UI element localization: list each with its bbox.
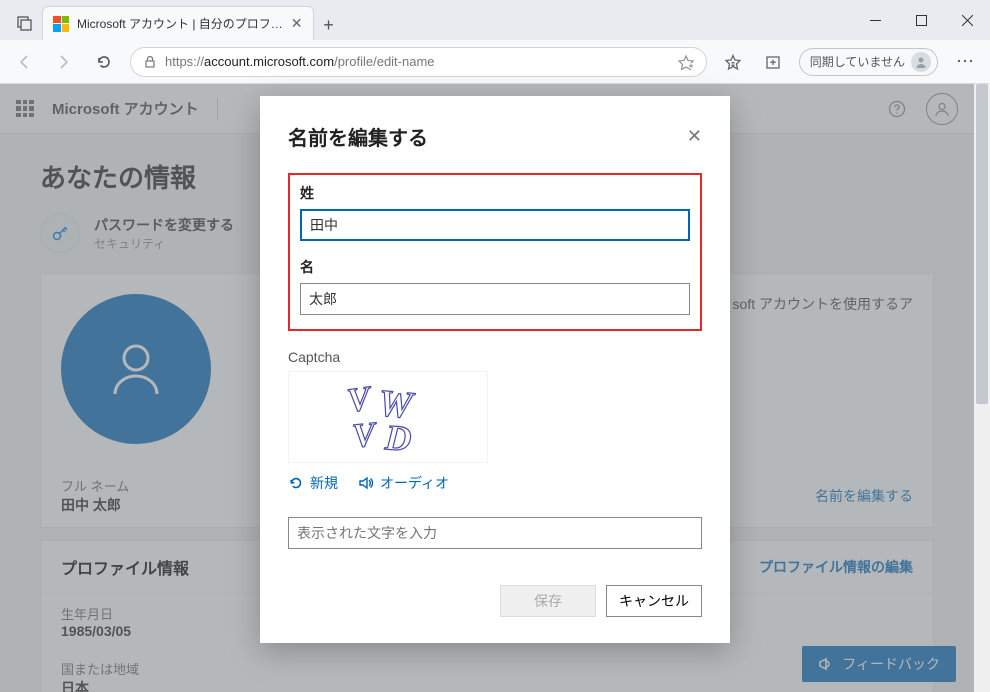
first-name-label: 名 (300, 257, 690, 277)
highlighted-name-fields: 姓 名 (288, 173, 702, 331)
sync-label: 同期していません (810, 53, 905, 70)
refresh-button[interactable] (90, 48, 118, 76)
back-button[interactable] (10, 48, 38, 76)
microsoft-favicon-icon (53, 16, 69, 32)
tab-title: Microsoft アカウント | 自分のプロフ… (77, 15, 283, 32)
svg-text:V: V (345, 380, 375, 420)
captcha-audio-link[interactable]: オーディオ (358, 473, 449, 493)
svg-text:V: V (351, 416, 380, 455)
favorites-button[interactable] (719, 48, 747, 76)
captcha-refresh-link[interactable]: 新規 (288, 473, 338, 493)
address-bar: https://account.microsoft.com/profile/ed… (0, 40, 990, 84)
cancel-button[interactable]: キャンセル (606, 585, 702, 617)
url-input[interactable]: https://account.microsoft.com/profile/ed… (130, 47, 707, 77)
maximize-button[interactable] (898, 0, 944, 40)
close-window-button[interactable] (944, 0, 990, 40)
collections-button[interactable] (759, 48, 787, 76)
first-name-input[interactable] (300, 283, 690, 315)
edit-name-modal: 名前を編集する ✕ 姓 名 Captcha V W V D 新規 オーディオ (260, 96, 730, 643)
url-text: https://account.microsoft.com/profile/ed… (165, 54, 435, 69)
captcha-input[interactable] (288, 517, 702, 549)
scroll-thumb[interactable] (976, 84, 988, 404)
last-name-label: 姓 (300, 183, 690, 203)
tab-manager-icon[interactable] (8, 6, 42, 40)
minimize-button[interactable] (852, 0, 898, 40)
forward-button[interactable] (50, 48, 78, 76)
browser-tab-strip: Microsoft アカウント | 自分のプロフ… ✕ + (0, 0, 990, 40)
refresh-icon (288, 475, 304, 491)
profile-avatar-icon (911, 52, 931, 72)
captcha-label: Captcha (288, 349, 702, 365)
new-tab-button[interactable]: + (314, 10, 344, 40)
modal-close-button[interactable]: ✕ (687, 126, 702, 147)
profile-sync-pill[interactable]: 同期していません (799, 48, 938, 76)
modal-title: 名前を編集する (288, 122, 428, 151)
save-button[interactable]: 保存 (500, 585, 596, 617)
svg-text:D: D (383, 417, 413, 459)
more-menu-button[interactable]: ⋯ (950, 51, 980, 72)
last-name-input[interactable] (300, 209, 690, 241)
browser-tab[interactable]: Microsoft アカウント | 自分のプロフ… ✕ (42, 6, 314, 40)
lock-icon (143, 55, 157, 69)
audio-icon (358, 475, 374, 491)
favorite-icon[interactable] (678, 54, 694, 70)
tab-close-icon[interactable]: ✕ (291, 15, 303, 32)
window-controls (852, 0, 990, 40)
captcha-image: V W V D (288, 371, 488, 463)
scrollbar[interactable] (974, 84, 990, 692)
